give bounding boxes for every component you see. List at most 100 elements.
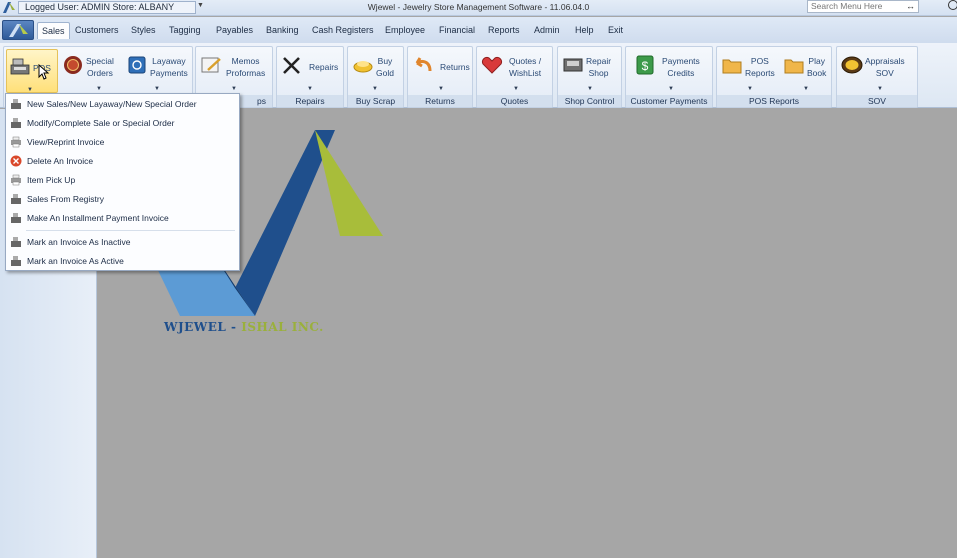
repair-shop-button[interactable]: Repair Shop ▼ [560,49,620,93]
logo-caption: WJEWEL - ISHAL INC. [164,320,324,334]
menu-employee[interactable]: Employee [381,22,429,39]
title-bar: Logged User: ADMIN Store: ALBANY ▼ Wjewe… [0,0,957,16]
menu-item-mark-inactive[interactable]: Mark an Invoice As Inactive [6,233,239,251]
heart-icon [482,57,502,74]
register-icon [11,99,21,109]
menu-item-label: Make An Installment Payment Invoice [27,213,169,223]
pos-button[interactable]: POS ▼ [6,49,58,93]
buy-gold-dropdown-icon: ▼ [372,86,378,92]
resize-icon[interactable]: ↔ [906,1,915,11]
ribbon-group-label-shop-control: Shop Control [558,95,621,107]
buy-gold-button[interactable]: Buy Gold ▼ [350,49,402,93]
register-icon [11,256,21,266]
menu-item-label: Item Pick Up [27,175,76,185]
register-icon [11,213,21,223]
menu-item-installment-payment[interactable]: Make An Installment Payment Invoice [6,209,239,227]
repair-shop-dropdown-icon: ▼ [587,86,593,92]
register-icon [11,118,21,128]
play-book-dropdown-icon: ▼ [803,86,809,92]
menu-item-label: Delete An Invoice [27,156,94,166]
menu-item-item-pick-up[interactable]: Item Pick Up [6,171,239,189]
return-arrow-icon [415,57,432,72]
memos-dropdown-icon: ▼ [231,86,237,92]
menu-styles[interactable]: Styles [127,22,160,39]
folder-icon [722,59,742,74]
tools-icon [283,57,300,74]
menu-cash-registers[interactable]: Cash Registers [308,22,378,39]
menu-bar: Sales Customers Styles Tagging Payables … [0,17,957,43]
folder-icon [784,59,804,74]
safe-icon [128,56,146,74]
special-orders-button[interactable]: Special Orders ▼ [60,49,122,93]
gold-icon [353,61,373,73]
returns-button[interactable]: Returns ▼ [410,49,472,93]
logo-caption-company: ISHAL INC. [241,320,324,334]
logo-caption-separator: - [226,320,242,334]
repairs-label: Repairs [309,62,339,72]
svg-text:$: $ [642,59,649,73]
quotes-wishlist-button[interactable]: Quotes / WishList ▼ [479,49,552,93]
pos-reports-button[interactable]: POS Reports ▼ [719,49,779,93]
repairs-button[interactable]: Repairs ▼ [279,49,343,93]
ribbon-group-shop-control: Repair Shop ▼ Shop Control [557,46,622,108]
ribbon-group-quotes: Quotes / WishList ▼ Quotes [476,46,553,108]
app-logo-icon [9,24,28,37]
returns-dropdown-icon: ▼ [438,86,444,92]
menu-item-delete-invoice[interactable]: Delete An Invoice [6,152,239,170]
ribbon-group-label-customer-payments: Customer Payments [626,95,712,107]
memos-proformas-button[interactable]: Memos Proformas ▼ [198,49,270,93]
memos-proformas-label: Memos Proformas [226,56,266,78]
menu-item-label: Sales From Registry [27,194,104,204]
quotes-wishlist-label: Quotes / WishList [509,56,542,78]
menu-customers[interactable]: Customers [71,22,123,39]
menu-item-label: Modify/Complete Sale or Special Order [27,118,175,128]
layaway-dropdown-icon: ▼ [154,86,160,92]
ribbon-group-label-repairs: Repairs [277,95,343,107]
menu-tagging[interactable]: Tagging [165,22,205,39]
menu-item-label: New Sales/New Layaway/New Special Order [27,99,197,109]
layaway-payments-button[interactable]: Layaway Payments ▼ [124,49,190,93]
appraisals-dropdown-icon: ▼ [877,86,883,92]
ribbon-group-sov: Appraisals SOV ▼ SOV [836,46,918,108]
menu-help[interactable]: Help [571,22,598,39]
menu-banking[interactable]: Banking [262,22,303,39]
menu-admin[interactable]: Admin [530,22,564,39]
menu-reports[interactable]: Reports [484,22,524,39]
menu-sales[interactable]: Sales [37,22,70,39]
mouse-cursor-icon [38,64,50,80]
layaway-payments-label: Layaway Payments [150,56,188,78]
menu-item-modify-sale[interactable]: Modify/Complete Sale or Special Order [6,114,239,132]
pos-dropdown-menu: New Sales/New Layaway/New Special Order … [5,93,240,271]
menu-item-label: View/Reprint Invoice [27,137,105,147]
search-menu-input[interactable]: Search Menu Here [807,0,919,13]
appraisals-sov-label: Appraisals SOV [865,56,905,78]
dollar-icon: $ [636,55,654,75]
menu-item-label: Mark an Invoice As Active [27,256,124,266]
app-menu-button[interactable] [2,20,34,40]
play-book-button[interactable]: Play Book ▼ [781,49,831,93]
ribbon-group-label-pos-reports: POS Reports [717,95,831,107]
ribbon-group-pos-reports: POS Reports ▼ Play Book ▼ POS Reports [716,46,832,108]
menu-item-mark-active[interactable]: Mark an Invoice As Active [6,252,239,270]
repairs-dropdown-icon: ▼ [307,86,313,92]
payments-credits-button[interactable]: $ Payments Credits ▼ [628,49,712,93]
repair-shop-label: Repair Shop [586,56,612,78]
ribbon-group-customer-payments: $ Payments Credits ▼ Customer Payments [625,46,713,108]
ribbon-group-returns: Returns ▼ Returns [407,46,473,108]
memo-pencil-icon [201,57,221,73]
search-icon[interactable] [948,0,957,10]
ribbon-group-repairs: Repairs ▼ Repairs [276,46,344,108]
ribbon-group-buy-scrap: Buy Gold ▼ Buy Scrap [347,46,404,108]
menu-payables[interactable]: Payables [212,22,257,39]
pos-reports-dropdown-icon: ▼ [747,86,753,92]
printer-icon [11,136,21,148]
menu-financial[interactable]: Financial [435,22,479,39]
returns-label: Returns [440,62,470,72]
menu-item-new-sales[interactable]: New Sales/New Layaway/New Special Order [6,95,239,113]
menu-item-view-reprint[interactable]: View/Reprint Invoice [6,133,239,151]
sov-badge-icon [841,56,863,74]
menu-exit[interactable]: Exit [604,22,627,39]
appraisals-sov-button[interactable]: Appraisals SOV ▼ [839,49,917,93]
menu-item-sales-from-registry[interactable]: Sales From Registry [6,190,239,208]
register-icon [11,237,21,247]
